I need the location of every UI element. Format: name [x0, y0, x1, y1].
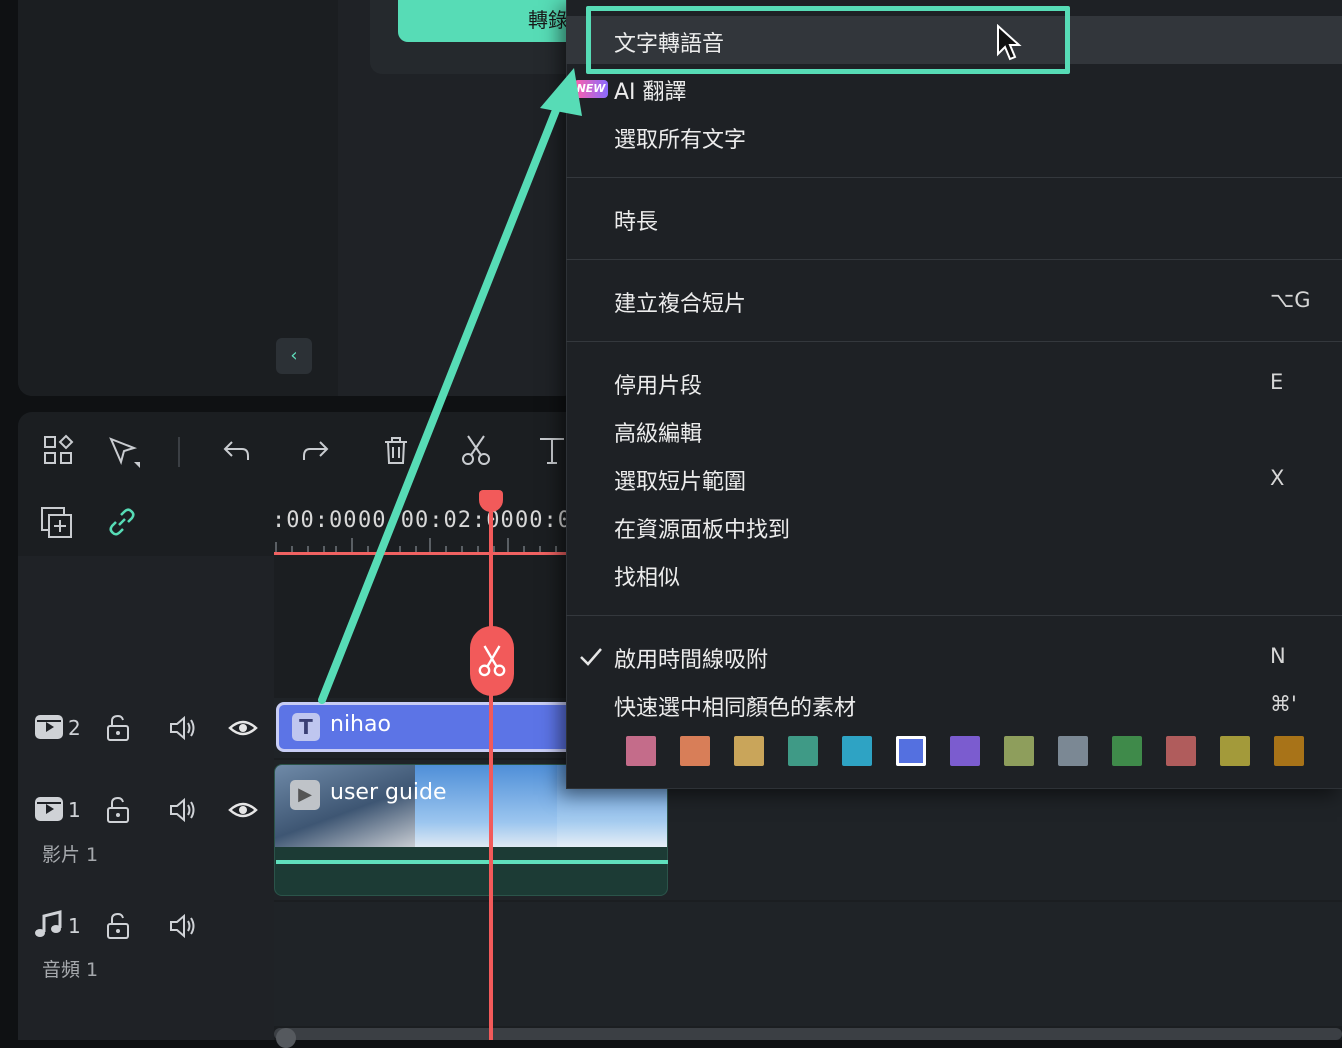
color-swatch[interactable] [842, 736, 872, 766]
menu-item-timeline-snap[interactable]: 啟用時間線吸附 [614, 642, 768, 674]
convert-button[interactable]: 轉錄 [398, 0, 588, 42]
lock-icon[interactable] [106, 714, 130, 746]
layout-icon[interactable] [40, 434, 76, 470]
timeline-scrollbar[interactable] [274, 1028, 1342, 1040]
color-swatch[interactable] [1004, 736, 1034, 766]
video-thumbnail [415, 765, 557, 847]
chevron-left-icon[interactable]: ‹ [276, 338, 312, 374]
select-tool-icon[interactable] [106, 434, 142, 470]
video-track-icon [34, 712, 66, 746]
playhead-line[interactable] [489, 500, 493, 1040]
media-panel [18, 0, 338, 396]
menu-item-find-similar[interactable]: 找相似 [614, 560, 680, 592]
speaker-icon[interactable] [168, 796, 198, 828]
menu-item-ai-translate[interactable]: AI 翻譯 [614, 74, 687, 106]
redo-icon[interactable] [298, 434, 334, 470]
text-tool-icon[interactable] [534, 434, 570, 470]
menu-divider [566, 259, 1342, 260]
ruler-ticks [275, 538, 557, 552]
color-swatch[interactable] [680, 736, 710, 766]
text-clip[interactable] [276, 702, 576, 752]
menu-item-select-all-text[interactable]: 選取所有文字 [614, 122, 746, 154]
text-clip-icon: T [292, 713, 320, 741]
new-badge: NEW [574, 80, 608, 98]
track-number: 1 [68, 914, 81, 938]
track-name: 音頻 1 [42, 959, 99, 981]
music-note-icon [34, 910, 66, 944]
lock-icon[interactable] [106, 796, 130, 828]
track-row-audio-1[interactable] [274, 902, 1342, 1026]
color-swatch[interactable] [1274, 736, 1304, 766]
menu-item-select-clip-range[interactable]: 選取短片範圍 [614, 464, 746, 496]
video-clip-icon: ▶ [290, 780, 320, 810]
track-number: 2 [68, 716, 81, 740]
menu-item-disable-clip[interactable]: 停用片段 [614, 368, 702, 400]
text-clip-label: nihao [330, 712, 391, 737]
ruler-label: :00:00 [272, 508, 358, 533]
checkmark-icon [578, 644, 604, 674]
undo-icon[interactable] [218, 434, 254, 470]
color-swatch[interactable] [896, 736, 926, 766]
mouse-cursor-icon [996, 23, 1022, 66]
speaker-icon[interactable] [168, 714, 198, 746]
menu-item-advanced-edit[interactable]: 高級編輯 [614, 416, 702, 448]
menu-item-find-in-media[interactable]: 在資源面板中找到 [614, 512, 790, 544]
toolbar-divider [178, 437, 180, 467]
track-number: 1 [68, 798, 81, 822]
shortcut-label: ⌘' [1270, 692, 1297, 716]
color-swatch[interactable] [1112, 736, 1142, 766]
shortcut-label: E [1270, 370, 1284, 394]
menu-item-create-compound-clip[interactable]: 建立複合短片 [614, 286, 746, 318]
link-icon[interactable] [106, 506, 138, 542]
color-swatch[interactable] [950, 736, 980, 766]
menu-item-duration[interactable]: 時長 [614, 204, 658, 236]
speaker-icon[interactable] [168, 912, 198, 944]
eye-icon[interactable] [228, 716, 258, 744]
ruler-range-bar [274, 552, 574, 555]
color-swatch[interactable] [734, 736, 764, 766]
menu-divider [566, 177, 1342, 178]
video-clip-label: user guide [330, 780, 447, 805]
shortcut-label: X [1270, 466, 1285, 490]
scissors-icon[interactable] [458, 434, 494, 470]
track-name: 影片 1 [42, 844, 99, 866]
shortcut-label: N [1270, 644, 1286, 668]
shortcut-label: ⌥G [1270, 288, 1311, 312]
video-track-icon [34, 794, 66, 828]
ruler-label: 00:0 [515, 508, 572, 533]
menu-item-select-same-color[interactable]: 快速選中相同顏色的素材 [614, 690, 856, 722]
add-track-icon[interactable] [40, 506, 74, 544]
color-swatch[interactable] [1058, 736, 1088, 766]
menu-divider [566, 615, 1342, 616]
scissors-icon[interactable] [470, 626, 514, 696]
color-swatch[interactable] [1166, 736, 1196, 766]
lock-icon[interactable] [106, 912, 130, 944]
scrollbar-handle[interactable] [276, 1028, 296, 1048]
menu-divider [566, 341, 1342, 342]
audio-waveform [276, 860, 668, 864]
color-swatch[interactable] [1220, 736, 1250, 766]
eye-icon[interactable] [228, 798, 258, 826]
color-swatch[interactable] [788, 736, 818, 766]
color-swatch[interactable] [626, 736, 656, 766]
delete-icon[interactable] [378, 434, 414, 470]
